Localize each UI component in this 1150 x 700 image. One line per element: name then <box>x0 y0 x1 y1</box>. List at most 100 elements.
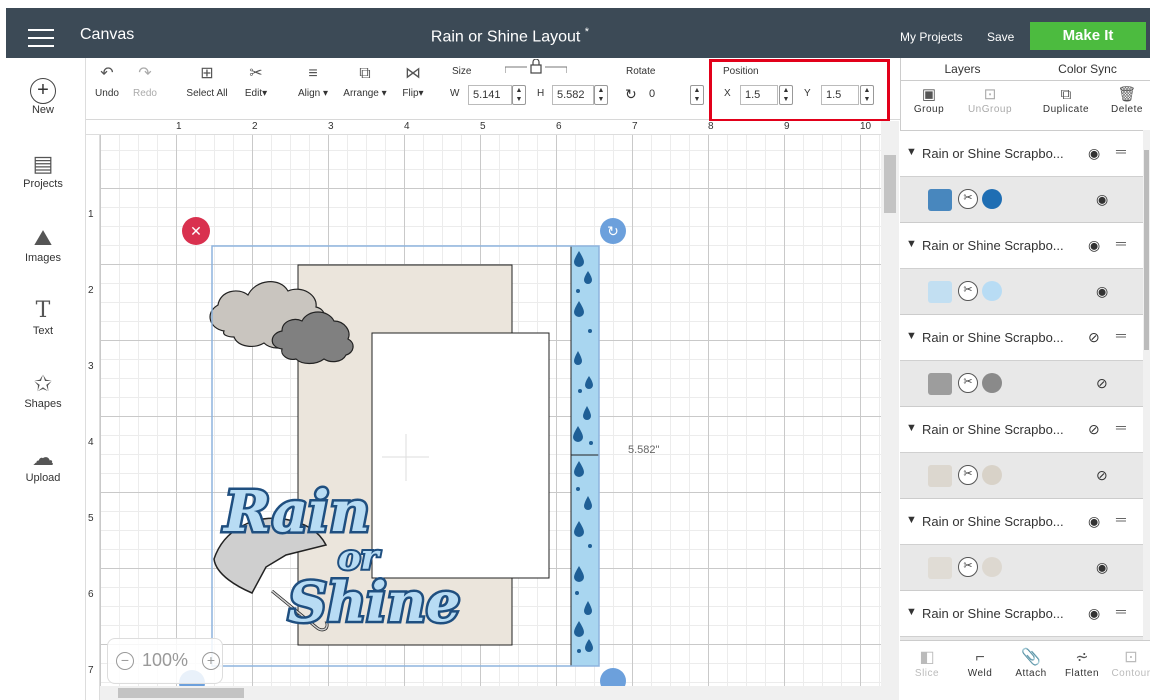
flatten-button[interactable]: ⩫ Flatten <box>1057 648 1107 679</box>
select-all-icon: ⊞ <box>200 65 214 82</box>
group-button[interactable]: ▣ Group <box>902 86 956 115</box>
cut-operation-icon[interactable]: ✂ <box>958 373 978 393</box>
cut-operation-icon[interactable]: ✂ <box>958 557 978 577</box>
layer-color-swatch[interactable] <box>982 465 1002 485</box>
drag-handle-icon[interactable]: ═ <box>1116 603 1126 619</box>
expand-triangle-icon[interactable]: ▼ <box>906 330 917 342</box>
eye-hidden-icon[interactable]: ⊘ <box>1088 329 1100 346</box>
select-all-button[interactable]: ⊞ Select All <box>184 64 230 99</box>
canvas-horizontal-scroll-thumb[interactable] <box>118 688 244 698</box>
tab-color-sync[interactable]: Color Sync <box>1025 62 1150 76</box>
flip-label: Flip▾ <box>402 88 424 99</box>
sidebar-item-projects[interactable]: ▤ Projects <box>0 150 86 190</box>
upload-cloud-icon: ☁ <box>32 445 54 470</box>
layer-row[interactable]: ✂◉ <box>900 544 1143 590</box>
attach-button[interactable]: 📎 Attach <box>1006 648 1056 679</box>
sidebar-item-upload[interactable]: ☁ Upload <box>0 444 86 484</box>
expand-triangle-icon[interactable]: ▼ <box>906 146 917 158</box>
photo-mat[interactable] <box>371 332 550 579</box>
paperclip-icon: 📎 <box>1021 649 1041 666</box>
rotate-icon: ↻ <box>625 86 637 102</box>
layer-row[interactable]: ✂ ⊘ <box>900 452 1143 498</box>
cut-operation-icon[interactable]: ✂ <box>958 281 978 301</box>
eye-icon[interactable]: ◉ <box>1088 513 1100 530</box>
expand-triangle-icon[interactable]: ▼ <box>906 606 917 618</box>
expand-triangle-icon[interactable]: ▼ <box>906 514 917 526</box>
undo-label: Undo <box>95 88 119 99</box>
contour-button[interactable]: ⊡ Contour <box>1106 648 1150 679</box>
width-input[interactable]: 5.141 <box>468 85 512 105</box>
width-stepper[interactable]: ▲ ▼ <box>512 85 526 105</box>
sidebar-item-new[interactable]: + New <box>0 78 86 116</box>
ruler-top-number: 9 <box>784 121 790 132</box>
align-dropdown[interactable]: ≡ Align ▾ <box>290 64 336 99</box>
height-stepper[interactable]: ▲ ▼ <box>594 85 608 105</box>
rotate-input[interactable]: 0 <box>645 85 689 105</box>
zoom-out-button[interactable]: − <box>116 652 134 670</box>
tab-layers[interactable]: Layers <box>900 62 1025 76</box>
duplicate-button[interactable]: ⧉ Duplicate <box>1036 86 1096 115</box>
eye-hidden-icon[interactable]: ⊘ <box>1096 467 1108 484</box>
delete-button[interactable]: 🗑 Delete <box>1104 86 1150 115</box>
edit-dropdown[interactable]: ✂ Edit▾ <box>238 64 274 99</box>
rain-drop <box>588 329 592 333</box>
eye-icon[interactable]: ◉ <box>1096 283 1108 300</box>
weld-button[interactable]: ⌐ Weld <box>955 648 1005 679</box>
layer-group-row[interactable]: ▼ Rain or Shine Scrapbo... ◉ ═ <box>900 498 1143 544</box>
layer-row[interactable]: ✂◉ <box>900 176 1143 222</box>
rotate-stepper[interactable]: ▲ ▼ <box>690 85 704 105</box>
ruler-left-number: 4 <box>88 437 94 448</box>
ungroup-button[interactable]: ⊡ UnGroup <box>963 86 1017 115</box>
align-text: Align <box>297 88 321 99</box>
layer-group-row[interactable]: ▼ Rain or Shine Scrapbo... ⊘ ═ <box>900 314 1143 360</box>
lock-proportions-icon[interactable] <box>505 59 567 75</box>
expand-triangle-icon[interactable]: ▼ <box>906 238 917 250</box>
layer-row[interactable]: ✂◉ <box>900 268 1143 314</box>
slice-button[interactable]: ◧ Slice <box>902 648 952 679</box>
eye-icon[interactable]: ◉ <box>1096 559 1108 576</box>
design-canvas[interactable]: Rain or Shine ✕ ↻ <box>86 121 881 700</box>
layer-color-swatch[interactable] <box>982 281 1002 301</box>
flip-dropdown[interactable]: ⋈ Flip▾ <box>396 64 430 99</box>
eye-icon[interactable]: ◉ <box>1096 191 1108 208</box>
eye-hidden-icon[interactable]: ⊘ <box>1088 421 1100 438</box>
cut-operation-icon[interactable]: ✂ <box>958 189 978 209</box>
drag-handle-icon[interactable]: ═ <box>1116 143 1126 159</box>
my-projects-link[interactable]: My Projects <box>900 30 963 44</box>
redo-button[interactable]: ↷ Redo <box>130 64 160 99</box>
height-input[interactable]: 5.582 <box>552 85 594 105</box>
edit-text: Edit <box>244 88 263 99</box>
drag-handle-icon[interactable]: ═ <box>1116 419 1126 435</box>
sidebar-item-text[interactable]: T Text <box>0 297 86 337</box>
layer-color-swatch[interactable] <box>982 373 1002 393</box>
layer-group-row[interactable]: ▼ Rain or Shine Scrapbo... ◉ ═ <box>900 222 1143 268</box>
cut-operation-icon[interactable]: ✂ <box>958 465 978 485</box>
eye-icon[interactable]: ◉ <box>1088 237 1100 254</box>
undo-button[interactable]: ↶ Undo <box>92 64 122 99</box>
weld-label: Weld <box>967 668 993 679</box>
slice-icon: ◧ <box>919 649 935 666</box>
sidebar-item-shapes[interactable]: ✩ Shapes <box>0 370 86 410</box>
eye-icon[interactable]: ◉ <box>1088 145 1100 162</box>
layer-color-swatch[interactable] <box>982 557 1002 577</box>
layer-color-swatch[interactable] <box>982 189 1002 209</box>
zoom-in-button[interactable]: + <box>202 652 220 670</box>
eye-icon[interactable]: ◉ <box>1088 605 1100 622</box>
save-button[interactable]: Save <box>987 30 1014 44</box>
slice-label: Slice <box>914 668 940 679</box>
layer-group-row[interactable]: ▼ Rain or Shine Scrapbo... ◉ ═ <box>900 590 1143 636</box>
eye-hidden-icon[interactable]: ⊘ <box>1096 375 1108 392</box>
canvas-vertical-scroll-thumb[interactable] <box>884 155 896 213</box>
sidebar-item-images[interactable]: ⛰ Images <box>0 224 86 264</box>
layer-group-row[interactable]: ▼ Rain or Shine Scrapbo... ◉ ═ <box>900 130 1143 176</box>
ruler-top-number: 5 <box>480 121 486 132</box>
layers-scroll-thumb[interactable] <box>1144 150 1149 350</box>
expand-triangle-icon[interactable]: ▼ <box>906 422 917 434</box>
drag-handle-icon[interactable]: ═ <box>1116 511 1126 527</box>
layer-row[interactable]: ✂ ⊘ <box>900 360 1143 406</box>
drag-handle-icon[interactable]: ═ <box>1116 235 1126 251</box>
drag-handle-icon[interactable]: ═ <box>1116 327 1126 343</box>
arrange-dropdown[interactable]: ⧉ Arrange ▾ <box>337 64 393 99</box>
layer-group-row[interactable]: ▼ Rain or Shine Scrapbo... ⊘ ═ <box>900 406 1143 452</box>
make-it-button[interactable]: Make It <box>1030 22 1146 50</box>
